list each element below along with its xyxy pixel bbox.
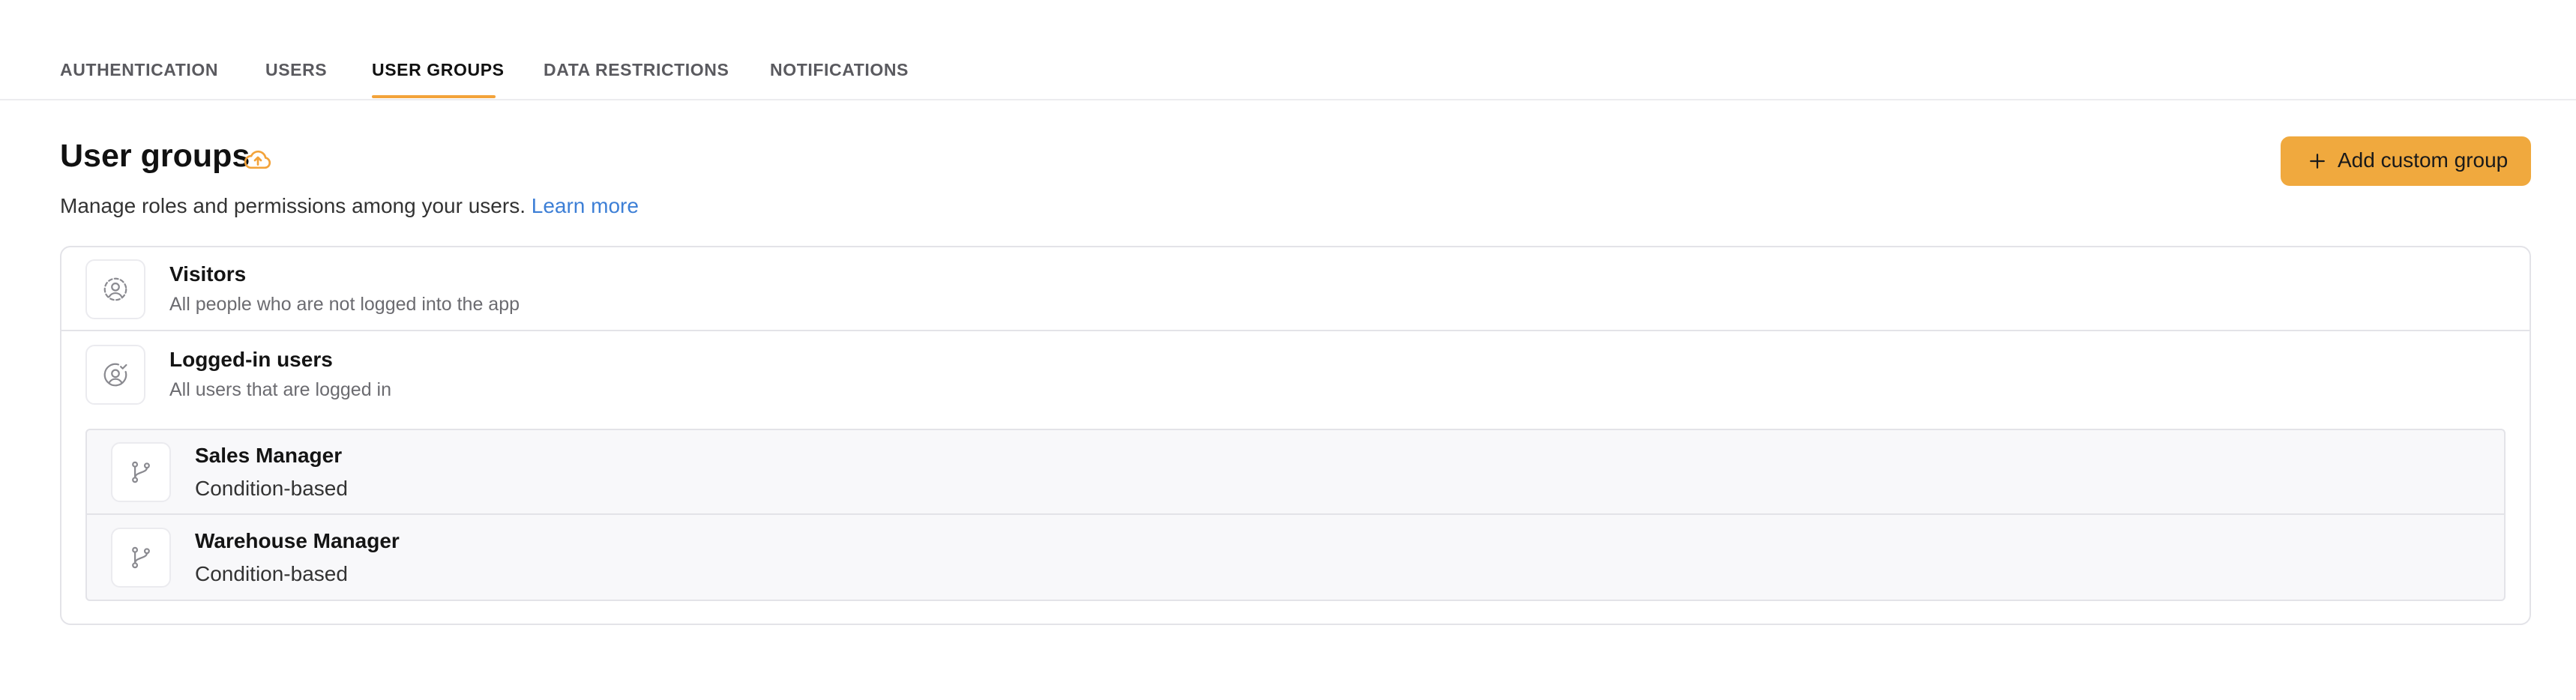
page-subtitle: Manage roles and permissions among your … [60,194,639,218]
group-description: All users that are logged in [169,379,392,400]
tab-user-groups[interactable]: USER GROUPS [372,60,505,80]
group-row-visitors[interactable]: Visitors All people who are not logged i… [61,247,2530,331]
add-custom-group-label: Add custom group [2338,148,2509,172]
group-title: Sales Manager [195,444,343,467]
group-icon-box [111,528,171,588]
git-branch-icon [132,546,150,569]
group-icon-box [85,345,145,405]
tab-notifications[interactable]: NOTIFICATIONS [770,60,909,80]
group-row-logged-in-users[interactable]: Logged-in users All users that are logge… [61,333,2530,417]
plus-icon [2310,154,2325,169]
group-title: Logged-in users [169,348,333,371]
group-icon-box [111,442,171,502]
add-custom-group-button[interactable]: Add custom group [2281,136,2531,186]
tab-users[interactable]: USERS [265,60,327,80]
page-title: User groups [60,138,250,174]
tab-bar: AUTHENTICATION USERS USER GROUPS DATA RE… [0,0,2576,100]
custom-groups-list: Sales Manager Condition-based Warehouse … [85,429,2506,601]
group-title: Warehouse Manager [195,529,400,552]
user-groups-list: Visitors All people who are not logged i… [60,246,2531,625]
user-circle-dashed-icon [103,277,127,301]
learn-more-link[interactable]: Learn more [532,194,639,217]
group-row-warehouse-manager[interactable]: Warehouse Manager Condition-based [87,516,2504,600]
group-description: All people who are not logged into the a… [169,294,520,315]
git-branch-icon [132,461,150,483]
cloud-upload-icon [244,150,271,169]
group-title: Visitors [169,262,247,286]
group-description: Condition-based [195,477,348,500]
tab-data-restrictions[interactable]: DATA RESTRICTIONS [544,60,729,80]
group-row-sales-manager[interactable]: Sales Manager Condition-based [87,430,2504,515]
group-icon-box [85,259,145,319]
group-description: Condition-based [195,562,348,585]
tab-authentication[interactable]: AUTHENTICATION [60,60,218,80]
active-tab-indicator [372,95,496,98]
subtitle-text: Manage roles and permissions among your … [60,194,526,217]
user-circle-check-icon [103,363,127,387]
